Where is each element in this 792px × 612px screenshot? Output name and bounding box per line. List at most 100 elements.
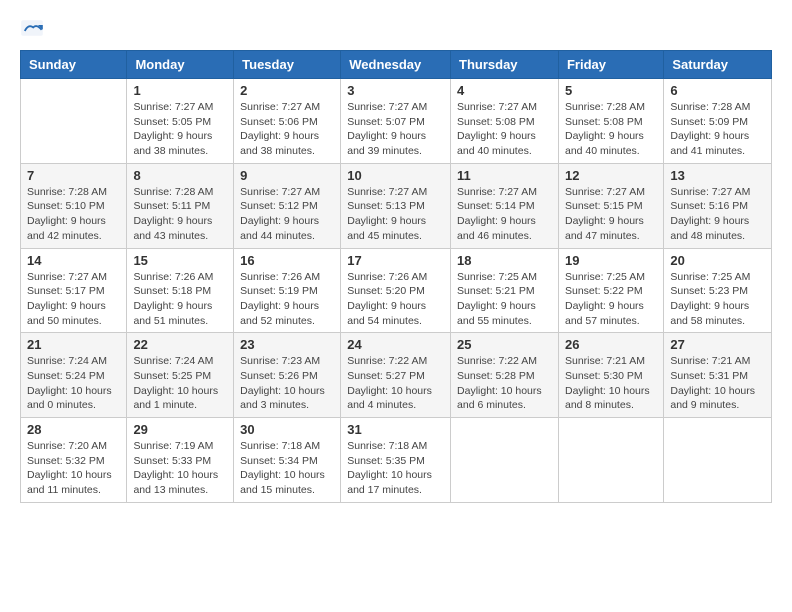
day-info: Sunrise: 7:28 AMSunset: 5:08 PMDaylight:… (565, 100, 657, 159)
calendar-cell (451, 418, 559, 503)
day-info: Sunrise: 7:27 AMSunset: 5:12 PMDaylight:… (240, 185, 334, 244)
calendar-cell: 21 Sunrise: 7:24 AMSunset: 5:24 PMDayligh… (21, 333, 127, 418)
calendar-cell: 9 Sunrise: 7:27 AMSunset: 5:12 PMDaylight… (234, 163, 341, 248)
day-info: Sunrise: 7:27 AMSunset: 5:08 PMDaylight:… (457, 100, 552, 159)
day-info: Sunrise: 7:18 AMSunset: 5:34 PMDaylight:… (240, 439, 334, 498)
day-number: 9 (240, 168, 334, 183)
calendar-cell: 20 Sunrise: 7:25 AMSunset: 5:23 PMDayligh… (664, 248, 772, 333)
calendar-cell: 31 Sunrise: 7:18 AMSunset: 5:35 PMDayligh… (341, 418, 451, 503)
day-number: 28 (27, 422, 120, 437)
day-info: Sunrise: 7:27 AMSunset: 5:05 PMDaylight:… (133, 100, 227, 159)
day-info: Sunrise: 7:19 AMSunset: 5:33 PMDaylight:… (133, 439, 227, 498)
day-number: 1 (133, 83, 227, 98)
week-row-4: 21 Sunrise: 7:24 AMSunset: 5:24 PMDayligh… (21, 333, 772, 418)
calendar-cell: 28 Sunrise: 7:20 AMSunset: 5:32 PMDayligh… (21, 418, 127, 503)
day-info: Sunrise: 7:27 AMSunset: 5:17 PMDaylight:… (27, 270, 120, 329)
day-number: 16 (240, 253, 334, 268)
day-info: Sunrise: 7:24 AMSunset: 5:24 PMDaylight:… (27, 354, 120, 413)
day-info: Sunrise: 7:21 AMSunset: 5:31 PMDaylight:… (670, 354, 765, 413)
day-info: Sunrise: 7:25 AMSunset: 5:23 PMDaylight:… (670, 270, 765, 329)
page-header (20, 16, 772, 40)
day-number: 21 (27, 337, 120, 352)
day-info: Sunrise: 7:24 AMSunset: 5:25 PMDaylight:… (133, 354, 227, 413)
calendar-cell: 27 Sunrise: 7:21 AMSunset: 5:31 PMDayligh… (664, 333, 772, 418)
week-row-3: 14 Sunrise: 7:27 AMSunset: 5:17 PMDayligh… (21, 248, 772, 333)
day-info: Sunrise: 7:25 AMSunset: 5:22 PMDaylight:… (565, 270, 657, 329)
calendar-header-row: SundayMondayTuesdayWednesdayThursdayFrid… (21, 51, 772, 79)
day-number: 14 (27, 253, 120, 268)
day-info: Sunrise: 7:22 AMSunset: 5:27 PMDaylight:… (347, 354, 444, 413)
day-info: Sunrise: 7:28 AMSunset: 5:09 PMDaylight:… (670, 100, 765, 159)
day-info: Sunrise: 7:22 AMSunset: 5:28 PMDaylight:… (457, 354, 552, 413)
day-number: 5 (565, 83, 657, 98)
day-info: Sunrise: 7:28 AMSunset: 5:10 PMDaylight:… (27, 185, 120, 244)
calendar-cell: 2Sunrise: 7:27 AMSunset: 5:06 PMDaylight… (234, 79, 341, 164)
column-header-wednesday: Wednesday (341, 51, 451, 79)
calendar-cell: 14 Sunrise: 7:27 AMSunset: 5:17 PMDayligh… (21, 248, 127, 333)
day-number: 27 (670, 337, 765, 352)
day-info: Sunrise: 7:26 AMSunset: 5:18 PMDaylight:… (133, 270, 227, 329)
day-number: 29 (133, 422, 227, 437)
day-number: 11 (457, 168, 552, 183)
column-header-saturday: Saturday (664, 51, 772, 79)
column-header-monday: Monday (127, 51, 234, 79)
column-header-friday: Friday (558, 51, 663, 79)
day-number: 3 (347, 83, 444, 98)
day-number: 18 (457, 253, 552, 268)
day-info: Sunrise: 7:23 AMSunset: 5:26 PMDaylight:… (240, 354, 334, 413)
day-number: 30 (240, 422, 334, 437)
calendar-cell (558, 418, 663, 503)
calendar-cell: 24Sunrise: 7:22 AMSunset: 5:27 PMDayligh… (341, 333, 451, 418)
calendar-cell: 12Sunrise: 7:27 AMSunset: 5:15 PMDayligh… (558, 163, 663, 248)
calendar-cell: 17 Sunrise: 7:26 AMSunset: 5:20 PMDayligh… (341, 248, 451, 333)
day-number: 8 (133, 168, 227, 183)
day-number: 15 (133, 253, 227, 268)
day-number: 7 (27, 168, 120, 183)
day-number: 26 (565, 337, 657, 352)
day-info: Sunrise: 7:20 AMSunset: 5:32 PMDaylight:… (27, 439, 120, 498)
calendar-cell: 5 Sunrise: 7:28 AMSunset: 5:08 PMDaylight… (558, 79, 663, 164)
day-number: 4 (457, 83, 552, 98)
day-info: Sunrise: 7:27 AMSunset: 5:14 PMDaylight:… (457, 185, 552, 244)
calendar-cell: 29 Sunrise: 7:19 AMSunset: 5:33 PMDayligh… (127, 418, 234, 503)
day-info: Sunrise: 7:21 AMSunset: 5:30 PMDaylight:… (565, 354, 657, 413)
day-info: Sunrise: 7:27 AMSunset: 5:07 PMDaylight:… (347, 100, 444, 159)
calendar-cell: 25Sunrise: 7:22 AMSunset: 5:28 PMDayligh… (451, 333, 559, 418)
calendar-cell: 30 Sunrise: 7:18 AMSunset: 5:34 PMDayligh… (234, 418, 341, 503)
column-header-tuesday: Tuesday (234, 51, 341, 79)
calendar-cell: 7 Sunrise: 7:28 AMSunset: 5:10 PMDaylight… (21, 163, 127, 248)
day-info: Sunrise: 7:27 AMSunset: 5:15 PMDaylight:… (565, 185, 657, 244)
day-number: 10 (347, 168, 444, 183)
column-header-thursday: Thursday (451, 51, 559, 79)
day-info: Sunrise: 7:26 AMSunset: 5:19 PMDaylight:… (240, 270, 334, 329)
day-number: 23 (240, 337, 334, 352)
logo (20, 16, 48, 40)
day-number: 13 (670, 168, 765, 183)
day-number: 17 (347, 253, 444, 268)
calendar-cell: 8 Sunrise: 7:28 AMSunset: 5:11 PMDaylight… (127, 163, 234, 248)
week-row-1: 1 Sunrise: 7:27 AMSunset: 5:05 PMDaylight… (21, 79, 772, 164)
calendar-cell: 15 Sunrise: 7:26 AMSunset: 5:18 PMDayligh… (127, 248, 234, 333)
calendar-cell: 23 Sunrise: 7:23 AMSunset: 5:26 PMDayligh… (234, 333, 341, 418)
day-info: Sunrise: 7:26 AMSunset: 5:20 PMDaylight:… (347, 270, 444, 329)
day-number: 2 (240, 83, 334, 98)
day-number: 22 (133, 337, 227, 352)
week-row-2: 7 Sunrise: 7:28 AMSunset: 5:10 PMDaylight… (21, 163, 772, 248)
calendar-cell: 26 Sunrise: 7:21 AMSunset: 5:30 PMDayligh… (558, 333, 663, 418)
calendar-cell: 4 Sunrise: 7:27 AMSunset: 5:08 PMDaylight… (451, 79, 559, 164)
calendar-cell: 19Sunrise: 7:25 AMSunset: 5:22 PMDayligh… (558, 248, 663, 333)
day-info: Sunrise: 7:25 AMSunset: 5:21 PMDaylight:… (457, 270, 552, 329)
calendar-cell: 16 Sunrise: 7:26 AMSunset: 5:19 PMDayligh… (234, 248, 341, 333)
week-row-5: 28 Sunrise: 7:20 AMSunset: 5:32 PMDayligh… (21, 418, 772, 503)
day-info: Sunrise: 7:28 AMSunset: 5:11 PMDaylight:… (133, 185, 227, 244)
day-number: 20 (670, 253, 765, 268)
calendar-cell: 13Sunrise: 7:27 AMSunset: 5:16 PMDayligh… (664, 163, 772, 248)
calendar-cell: 11 Sunrise: 7:27 AMSunset: 5:14 PMDayligh… (451, 163, 559, 248)
day-number: 6 (670, 83, 765, 98)
logo-icon (20, 16, 44, 40)
calendar-cell (664, 418, 772, 503)
calendar-cell: 18 Sunrise: 7:25 AMSunset: 5:21 PMDayligh… (451, 248, 559, 333)
day-number: 31 (347, 422, 444, 437)
day-info: Sunrise: 7:27 AMSunset: 5:13 PMDaylight:… (347, 185, 444, 244)
day-info: Sunrise: 7:18 AMSunset: 5:35 PMDaylight:… (347, 439, 444, 498)
